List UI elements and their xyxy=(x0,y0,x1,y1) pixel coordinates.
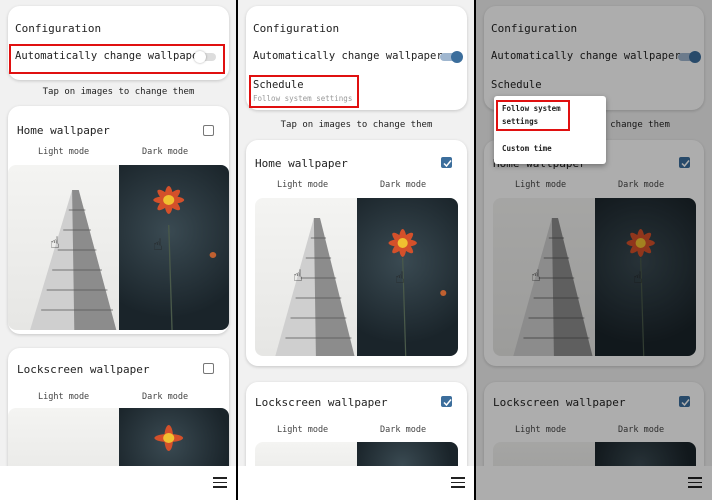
home-wallpaper-title: Home wallpaper xyxy=(17,124,110,137)
bottom-bar xyxy=(238,466,475,500)
lockscreen-wallpaper-checkbox[interactable] xyxy=(441,396,452,407)
light-mode-label: Light mode xyxy=(38,147,90,157)
configuration-title: Configuration xyxy=(253,22,340,35)
tap-hand-icon: ☝ xyxy=(50,233,60,252)
home-wallpaper-card: Home wallpaper Light mode Dark mode xyxy=(8,106,229,334)
dark-mode-label: Dark mode xyxy=(380,425,427,435)
dark-mode-label: Dark mode xyxy=(142,147,189,157)
hamburger-menu-icon[interactable] xyxy=(213,477,227,488)
home-wallpaper-title: Home wallpaper xyxy=(255,157,348,170)
lockscreen-wallpaper-checkbox[interactable] xyxy=(203,363,214,374)
dark-wallpaper-image[interactable] xyxy=(118,165,229,330)
dark-wallpaper-image[interactable] xyxy=(356,198,458,356)
highlight-box xyxy=(249,75,359,108)
light-wallpaper-image[interactable] xyxy=(8,165,119,330)
dark-mode-label: Dark mode xyxy=(380,180,427,190)
highlight-box xyxy=(9,44,225,74)
light-mode-label: Light mode xyxy=(38,392,90,402)
schedule-option-custom-time[interactable]: Custom time xyxy=(502,142,552,155)
tap-hint: Tap on images to change them xyxy=(280,120,433,130)
light-mode-label: Light mode xyxy=(277,425,329,435)
home-wallpaper-checkbox[interactable] xyxy=(441,157,452,168)
screen-initial: Configuration Automatically change wallp… xyxy=(0,0,237,500)
home-wallpaper-images: ☝ ☝ xyxy=(8,165,229,330)
tap-hand-icon: ☝ xyxy=(395,268,405,287)
hamburger-menu-icon[interactable] xyxy=(451,477,465,488)
lockscreen-wallpaper-title: Lockscreen wallpaper xyxy=(17,363,150,376)
light-wallpaper-image[interactable] xyxy=(255,198,357,356)
modal-scrim[interactable] xyxy=(476,0,712,500)
tap-hand-icon: ☝ xyxy=(293,266,303,285)
home-wallpaper-checkbox[interactable] xyxy=(203,125,214,136)
tap-hand-icon: ☝ xyxy=(153,235,163,254)
light-mode-label: Light mode xyxy=(277,180,329,190)
check-icon xyxy=(443,399,452,407)
dark-mode-label: Dark mode xyxy=(142,392,189,402)
configuration-title: Configuration xyxy=(15,22,102,35)
screen-auto-change-enabled: Configuration Automatically change wallp… xyxy=(238,0,475,500)
home-wallpaper-images: ☝ ☝ xyxy=(255,198,458,356)
check-icon xyxy=(443,160,452,168)
bottom-bar xyxy=(0,466,237,500)
screen-schedule-menu-open: Configuration Automatically change wallp… xyxy=(476,0,712,500)
auto-change-label: Automatically change wallpaper xyxy=(253,50,443,62)
tap-hint: Tap on images to change them xyxy=(42,87,195,97)
auto-change-toggle[interactable] xyxy=(440,51,463,63)
home-wallpaper-card: Home wallpaper Light mode Dark mode xyxy=(246,140,467,366)
lockscreen-wallpaper-title: Lockscreen wallpaper xyxy=(255,396,388,409)
highlight-box xyxy=(496,100,570,131)
